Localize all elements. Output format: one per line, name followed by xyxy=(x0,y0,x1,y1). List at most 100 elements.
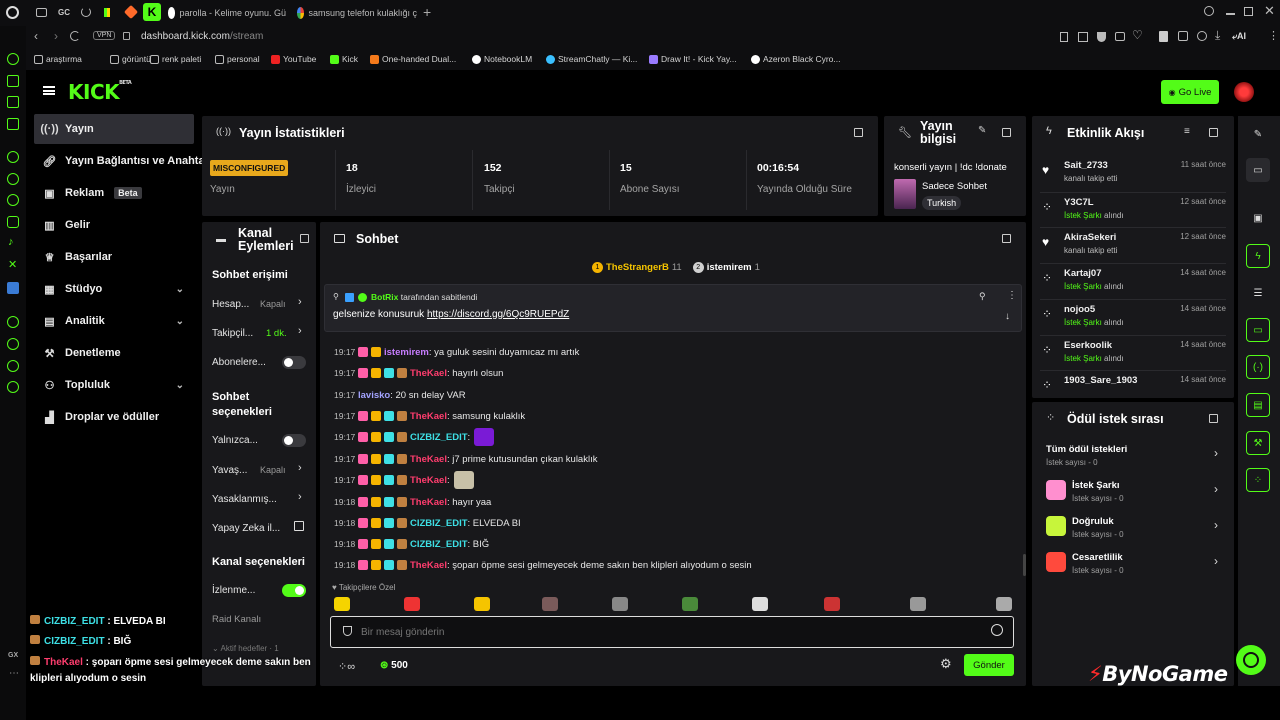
maximize-icon[interactable] xyxy=(1244,7,1253,16)
broadcast-icon[interactable]: (·) xyxy=(1246,355,1270,379)
opera-logo-icon[interactable] xyxy=(6,6,19,19)
ai-button[interactable]: ⤶AI xyxy=(1232,31,1246,42)
nav-item-yayin[interactable]: ((·)) Yayın xyxy=(34,114,194,144)
bookmark-folder[interactable]: renk paleti xyxy=(150,54,201,64)
message-input[interactable] xyxy=(361,623,961,641)
tab-pinned-icon[interactable] xyxy=(104,8,110,17)
emote-icon[interactable] xyxy=(682,597,698,611)
reward-all[interactable]: Tüm ödül istekleri İstek sayısı - 0 › xyxy=(1046,440,1218,476)
bolt-icon[interactable]: ϟ xyxy=(1246,244,1270,268)
emote-icon[interactable] xyxy=(996,597,1012,611)
wallet-icon[interactable] xyxy=(1197,31,1207,41)
slow-mode-setting[interactable]: Yavaş... Kapalı xyxy=(212,460,308,480)
sidebar-app-icon[interactable] xyxy=(7,96,19,108)
expand-icon[interactable] xyxy=(1209,128,1218,137)
expand-icon[interactable] xyxy=(1002,128,1011,137)
forward-icon[interactable]: › xyxy=(54,29,58,43)
bookmark-one-handed[interactable]: One-handed Dual... xyxy=(370,54,456,64)
sidebar-discord-icon[interactable] xyxy=(7,194,19,206)
emote-icon[interactable] xyxy=(824,597,840,611)
sidebar-settings-icon[interactable] xyxy=(7,381,19,393)
chat-input[interactable] xyxy=(330,616,1014,648)
expand-icon[interactable] xyxy=(854,128,863,137)
message-username[interactable]: lavisko xyxy=(358,390,390,401)
adblock-icon[interactable] xyxy=(1097,32,1106,42)
sidebar-app-icon[interactable] xyxy=(7,282,19,294)
channel-points-icon[interactable]: ⁘∞ xyxy=(338,660,355,673)
nav-item-studyo[interactable]: ▦ Stüdyo ⌄ xyxy=(34,274,194,304)
info-icon[interactable]: ▣ xyxy=(1246,206,1270,230)
nav-item-topluluk[interactable]: ⚇ Topluluk ⌄ xyxy=(34,370,194,400)
emote-icon[interactable] xyxy=(474,597,490,611)
actions-icon[interactable]: ▤ xyxy=(1246,393,1270,417)
bookmark-drawit[interactable]: Draw It! - Kick Yay... xyxy=(649,54,737,64)
notes-icon[interactable] xyxy=(1159,31,1168,42)
event-user[interactable]: Kartaj07 xyxy=(1064,268,1102,279)
go-live-button[interactable]: ◉ Go Live xyxy=(1161,80,1219,104)
account-age-setting[interactable]: Hesap... Kapalı xyxy=(212,294,308,314)
sidebar-player-icon[interactable] xyxy=(7,316,19,328)
more-options-icon[interactable]: ⋮ xyxy=(1007,290,1017,301)
message-username[interactable]: CIZBIZ_EDIT xyxy=(410,518,468,529)
extensions-icon[interactable] xyxy=(1178,31,1188,41)
points-display[interactable]: ⊛ 500 xyxy=(380,660,408,671)
workspaces-icon[interactable] xyxy=(36,8,47,17)
list-icon[interactable]: ☰ xyxy=(1246,281,1270,305)
bookmark-folder[interactable]: görüntü xyxy=(110,54,151,64)
chevron-right-icon[interactable]: › xyxy=(298,296,302,308)
subs-only-toggle[interactable] xyxy=(282,356,306,369)
minimize-icon[interactable] xyxy=(1226,13,1235,15)
sidebar-discord-icon[interactable] xyxy=(7,151,19,163)
sidebar-app-icon[interactable] xyxy=(7,53,19,65)
settings-icon[interactable]: ⚙ xyxy=(940,656,952,672)
sidebar-x-icon[interactable]: ✕ xyxy=(8,258,17,271)
tab-parolla[interactable]: parolla - Kelime oyunu. Gü xyxy=(168,4,286,22)
back-icon[interactable]: ‹ xyxy=(34,29,38,43)
external-link-icon[interactable] xyxy=(294,521,304,531)
top-user-name[interactable]: istemirem xyxy=(707,262,752,273)
avatar[interactable] xyxy=(1234,82,1254,102)
bookmark-kick[interactable]: Kick xyxy=(330,54,358,64)
wrench-icon[interactable]: ⚒ xyxy=(1246,431,1270,455)
sidebar-app-icon[interactable] xyxy=(7,118,19,130)
nav-item-reklam[interactable]: ▣ Reklam Beta xyxy=(34,178,194,208)
tab-loading-icon[interactable] xyxy=(81,7,91,17)
message-username[interactable]: CIZBIZ_EDIT xyxy=(410,432,468,443)
nav-item-analitik[interactable]: ▤ Analitik ⌄ xyxy=(34,306,194,336)
reload-icon[interactable] xyxy=(70,31,80,41)
stats-icon[interactable]: ▭ xyxy=(1246,158,1270,182)
close-window-icon[interactable]: ✕ xyxy=(1264,3,1275,19)
reward-item[interactable]: İstek Şarkı İstek sayısı - 0 › xyxy=(1046,476,1218,512)
message-username[interactable]: TheKael xyxy=(410,475,447,486)
bookmark-folder[interactable]: araştırma xyxy=(34,54,82,64)
message-username[interactable]: TheKael xyxy=(410,411,447,422)
emote-icon[interactable] xyxy=(404,597,420,611)
kick-logo[interactable]: KICKBETA xyxy=(68,80,132,104)
tab-gc[interactable]: GC xyxy=(58,8,70,17)
event-user[interactable]: nojoo5 xyxy=(1064,304,1095,315)
bookmark-streamchatly[interactable]: StreamChatly — Ki... xyxy=(546,54,637,64)
bookmark-youtube[interactable]: YouTube xyxy=(271,54,316,64)
event-user[interactable]: Y3C7L xyxy=(1064,197,1094,208)
edit-icon[interactable]: ✎ xyxy=(1246,122,1270,146)
url-field[interactable]: dashboard.kick.com/stream xyxy=(141,31,263,42)
pinned-link[interactable]: https://discord.gg/6Qc9RUEPdZ xyxy=(427,309,569,320)
chevron-right-icon[interactable]: › xyxy=(298,325,302,337)
menu-icon[interactable]: ⋮ xyxy=(1268,29,1279,42)
sidebar-tiktok-icon[interactable]: ♪ xyxy=(8,236,14,248)
chat-icon[interactable]: ▭ xyxy=(1246,318,1270,342)
more-icon[interactable]: ⋯ xyxy=(9,668,19,679)
expand-icon[interactable] xyxy=(1209,414,1218,423)
unpin-icon[interactable]: ⚲ xyxy=(979,291,986,302)
chevron-right-icon[interactable]: › xyxy=(298,462,302,474)
reward-icon[interactable]: ⁘ xyxy=(1246,468,1270,492)
reward-item[interactable]: Doğruluk İstek sayısı - 0 › xyxy=(1046,512,1218,548)
message-username[interactable]: TheKael xyxy=(410,560,447,571)
tab-pinned-icon[interactable] xyxy=(123,4,139,20)
tab-kick-active[interactable]: K xyxy=(143,3,161,21)
emote-icon[interactable] xyxy=(910,597,926,611)
message-username[interactable]: TheKael xyxy=(410,454,447,465)
event-user[interactable]: 1903_Sare_1903 xyxy=(1064,375,1137,386)
chevron-right-icon[interactable]: › xyxy=(298,491,302,503)
sidebar-whatsapp-icon[interactable] xyxy=(7,173,19,185)
